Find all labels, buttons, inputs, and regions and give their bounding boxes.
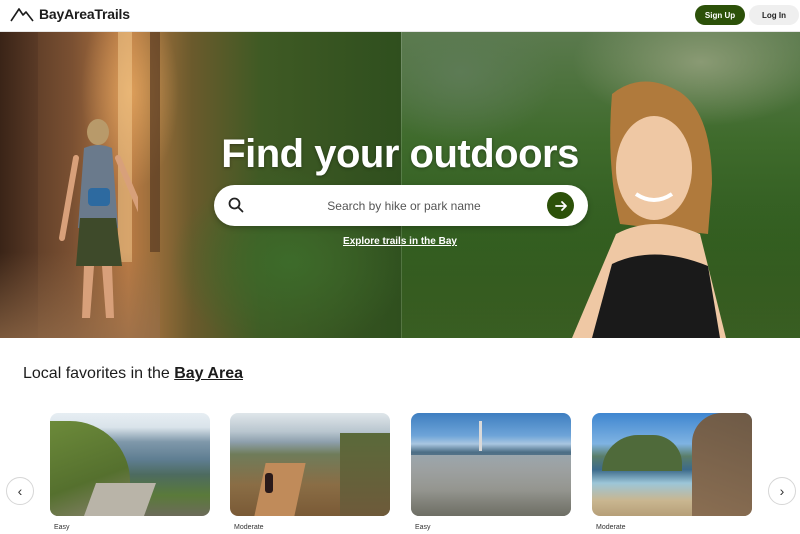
trail-card[interactable]: Moderate <box>592 413 752 531</box>
section-title: Local favorites in the Bay Area <box>23 365 243 383</box>
hero-title: Find your outdoors <box>221 132 579 176</box>
search-input[interactable] <box>274 185 534 226</box>
trail-card-photo <box>592 413 752 516</box>
carousel-prev-button[interactable]: ‹ <box>6 477 34 505</box>
search-icon <box>228 197 244 213</box>
logo-text: BayAreaTrails <box>39 6 130 22</box>
search-bar <box>214 185 588 226</box>
carousel-next-button[interactable]: › <box>768 477 796 505</box>
trail-difficulty: Moderate <box>596 524 626 531</box>
bay-area-link[interactable]: Bay Area <box>174 365 243 382</box>
sign-up-button[interactable]: Sign Up <box>695 5 745 25</box>
trail-card-photo <box>230 413 390 516</box>
search-submit-button[interactable] <box>547 192 574 219</box>
hero-banner: Find your outdoors Explore trails in the… <box>0 32 800 338</box>
explore-trails-link[interactable]: Explore trails in the Bay <box>343 236 457 247</box>
trail-card[interactable]: Moderate <box>230 413 390 531</box>
log-in-button[interactable]: Log In <box>749 5 799 25</box>
arrow-right-icon <box>554 200 567 211</box>
trail-card-photo <box>50 413 210 516</box>
chevron-left-icon: ‹ <box>17 483 23 499</box>
trail-difficulty: Easy <box>415 524 431 531</box>
explore-trails-link-wrapper: Explore trails in the Bay <box>0 236 800 247</box>
trail-card[interactable]: Easy <box>50 413 210 531</box>
trail-card-photo <box>411 413 571 516</box>
site-header: BayAreaTrails Sign Up Log In <box>0 0 800 32</box>
mountain-logo-icon <box>10 7 34 22</box>
trail-card[interactable]: Easy <box>411 413 571 531</box>
chevron-right-icon: › <box>779 483 785 499</box>
trail-difficulty: Easy <box>54 524 70 531</box>
logo[interactable]: BayAreaTrails <box>10 6 130 22</box>
section-title-prefix: Local favorites in the <box>23 365 175 382</box>
trail-difficulty: Moderate <box>234 524 264 531</box>
